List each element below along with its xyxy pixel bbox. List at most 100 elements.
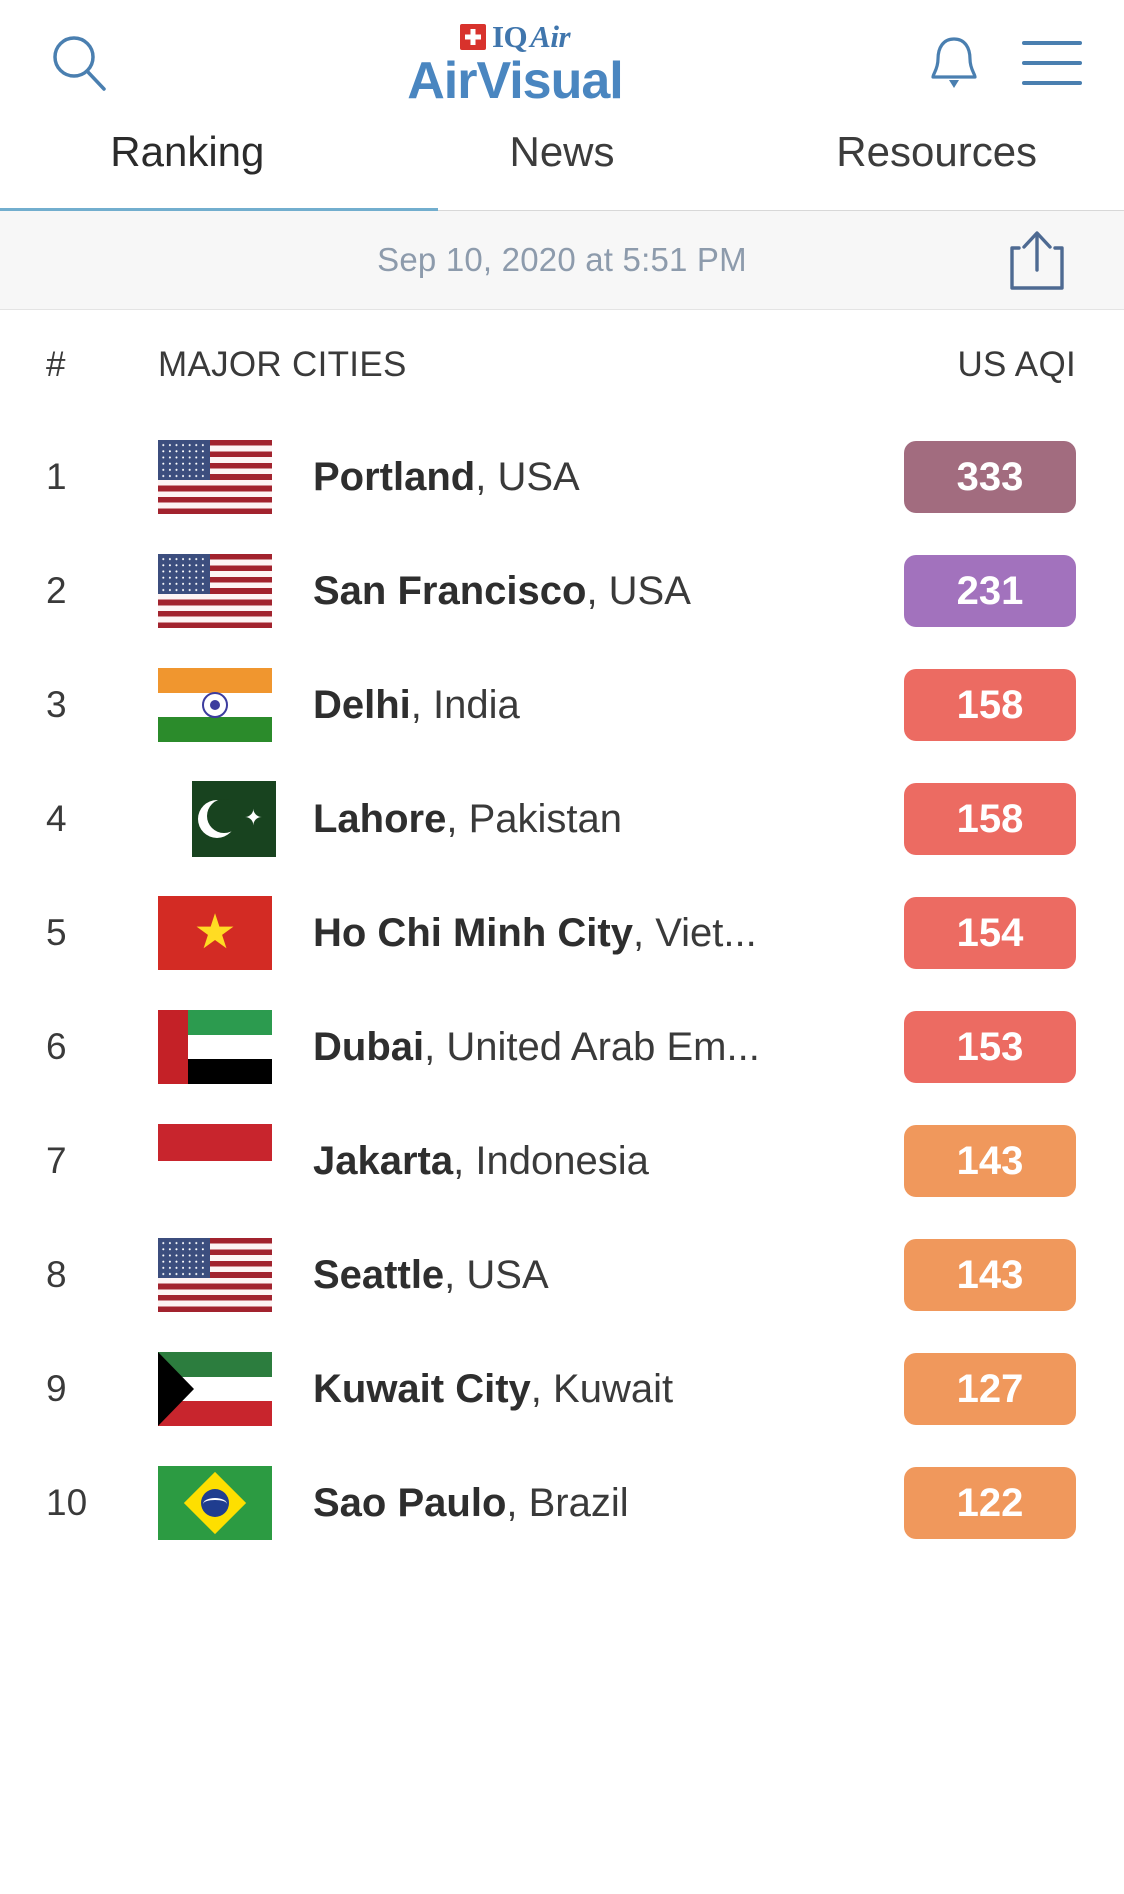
row-flag [158, 1238, 313, 1312]
row-city-name: San Francisco [313, 568, 587, 613]
aqi-badge: 333 [904, 441, 1076, 513]
row-rank: 3 [46, 684, 67, 725]
airvisual-ranking-screen: IQ Air AirVisual Ranking News Resources … [0, 0, 1124, 1894]
row-flag [158, 1010, 313, 1084]
logo-airvisual-text: AirVisual [407, 52, 623, 111]
flag-us [158, 554, 272, 628]
row-flag: ★ [158, 896, 313, 970]
row-city: San Francisco, USA [313, 569, 904, 614]
row-city-sep: , [444, 1252, 467, 1297]
share-icon[interactable] [1006, 226, 1068, 294]
tab-ranking-label: Ranking [110, 128, 265, 175]
aqi-badge: 153 [904, 1011, 1076, 1083]
menu-bar-2 [1021, 61, 1082, 65]
row-country: Kuwait [553, 1366, 674, 1411]
row-country: United Arab Em... [446, 1024, 760, 1069]
table-row[interactable]: 1 Portland, USA 333 [0, 420, 1124, 534]
logo-iq-text: IQ [491, 19, 528, 55]
timestamp-bar: Sep 10, 2020 at 5:51 PM [0, 211, 1124, 310]
row-country: USA [608, 568, 691, 613]
row-aqi: 143 [904, 1239, 1076, 1311]
table-row[interactable]: 5 ★ Ho Chi Minh City, Viet... 154 [0, 876, 1124, 990]
row-country: USA [466, 1252, 549, 1297]
row-city: Kuwait City, Kuwait [313, 1367, 904, 1412]
aqi-badge: 154 [904, 897, 1076, 969]
row-aqi: 127 [904, 1353, 1076, 1425]
timestamp-label: Sep 10, 2020 at 5:51 PM [377, 241, 747, 278]
menu-bar-1 [1021, 41, 1082, 45]
search-icon[interactable] [48, 32, 110, 94]
row-country: India [433, 682, 520, 727]
row-city-sep: , [506, 1480, 529, 1525]
row-city-name: Dubai [313, 1024, 425, 1069]
flag-id [158, 1124, 272, 1198]
aqi-badge: 122 [904, 1467, 1076, 1539]
logo-air-text: Air [530, 19, 571, 55]
row-flag [158, 554, 313, 628]
table-row[interactable]: 4 ✦ Lahore, Pakistan 158 [0, 762, 1124, 876]
aqi-badge: 143 [904, 1239, 1076, 1311]
table-row[interactable]: 10 Sao Paulo, Brazil 122 [0, 1446, 1124, 1560]
row-aqi: 154 [904, 897, 1076, 969]
flag-vn: ★ [158, 896, 272, 970]
row-city: Jakarta, Indonesia [313, 1139, 904, 1184]
row-flag [158, 1352, 313, 1426]
tab-news[interactable]: News [375, 126, 750, 210]
notification-bell-icon[interactable] [926, 33, 982, 93]
table-row[interactable]: 6 Dubai, United Arab Em... 153 [0, 990, 1124, 1104]
row-city: Dubai, United Arab Em... [313, 1025, 904, 1070]
row-aqi: 231 [904, 555, 1076, 627]
ranking-rows: 1 Portland, USA 333 2 San Francisco, USA 231 3… [0, 420, 1124, 1560]
row-city-sep: , [632, 910, 656, 955]
row-aqi: 158 [904, 669, 1076, 741]
row-city-sep: , [475, 454, 498, 499]
top-bar: IQ Air AirVisual [0, 0, 1124, 126]
flag-us [158, 440, 272, 514]
row-rank: 6 [46, 1026, 67, 1067]
row-rank: 2 [46, 570, 67, 611]
flag-us [158, 1238, 272, 1312]
swiss-cross-icon [459, 23, 486, 50]
row-city-sep: , [410, 682, 434, 727]
table-row[interactable]: 3 Delhi, India 158 [0, 648, 1124, 762]
hamburger-menu-icon[interactable] [1021, 41, 1082, 85]
row-aqi: 143 [904, 1125, 1076, 1197]
flag-kw [158, 1352, 272, 1426]
row-country: Pakistan [468, 796, 623, 841]
row-aqi: 333 [904, 441, 1076, 513]
row-city-sep: , [446, 796, 469, 841]
table-row[interactable]: 2 San Francisco, USA 231 [0, 534, 1124, 648]
tab-ranking[interactable]: Ranking [0, 126, 438, 215]
row-city-name: Sao Paulo [313, 1480, 507, 1525]
row-city-name: Lahore [313, 796, 447, 841]
ranking-table: # MAJOR CITIES US AQI 1 Portland, USA 333 2… [0, 310, 1124, 1560]
row-city: Sao Paulo, Brazil [313, 1481, 904, 1526]
tab-resources[interactable]: Resources [749, 126, 1124, 210]
aqi-badge: 231 [904, 555, 1076, 627]
row-country: Viet... [655, 910, 757, 955]
table-header-row: # MAJOR CITIES US AQI [0, 310, 1124, 420]
airvisual-logo[interactable]: IQ Air AirVisual [407, 19, 623, 111]
table-row[interactable]: 7 Jakarta, Indonesia 143 [0, 1104, 1124, 1218]
row-city: Ho Chi Minh City, Viet... [313, 911, 904, 956]
table-row[interactable]: 8 Seattle, USA 143 [0, 1218, 1124, 1332]
menu-bar-3 [1021, 81, 1082, 85]
row-rank: 8 [46, 1254, 67, 1295]
aqi-badge: 158 [904, 669, 1076, 741]
row-flag [158, 440, 313, 514]
row-country: USA [497, 454, 580, 499]
iqair-wordmark: IQ Air [459, 19, 571, 55]
row-city-name: Delhi [313, 682, 411, 727]
aqi-badge: 127 [904, 1353, 1076, 1425]
row-city-sep: , [424, 1024, 447, 1069]
row-rank: 9 [46, 1368, 67, 1409]
row-country: Brazil [528, 1480, 629, 1525]
aqi-badge: 158 [904, 783, 1076, 855]
row-city: Portland, USA [313, 455, 904, 500]
row-aqi: 153 [904, 1011, 1076, 1083]
flag-ae [158, 1010, 272, 1084]
table-row[interactable]: 9 Kuwait City, Kuwait 127 [0, 1332, 1124, 1446]
row-city-name: Kuwait City [313, 1366, 531, 1411]
row-flag: ✦ [158, 781, 313, 857]
row-aqi: 122 [904, 1467, 1076, 1539]
